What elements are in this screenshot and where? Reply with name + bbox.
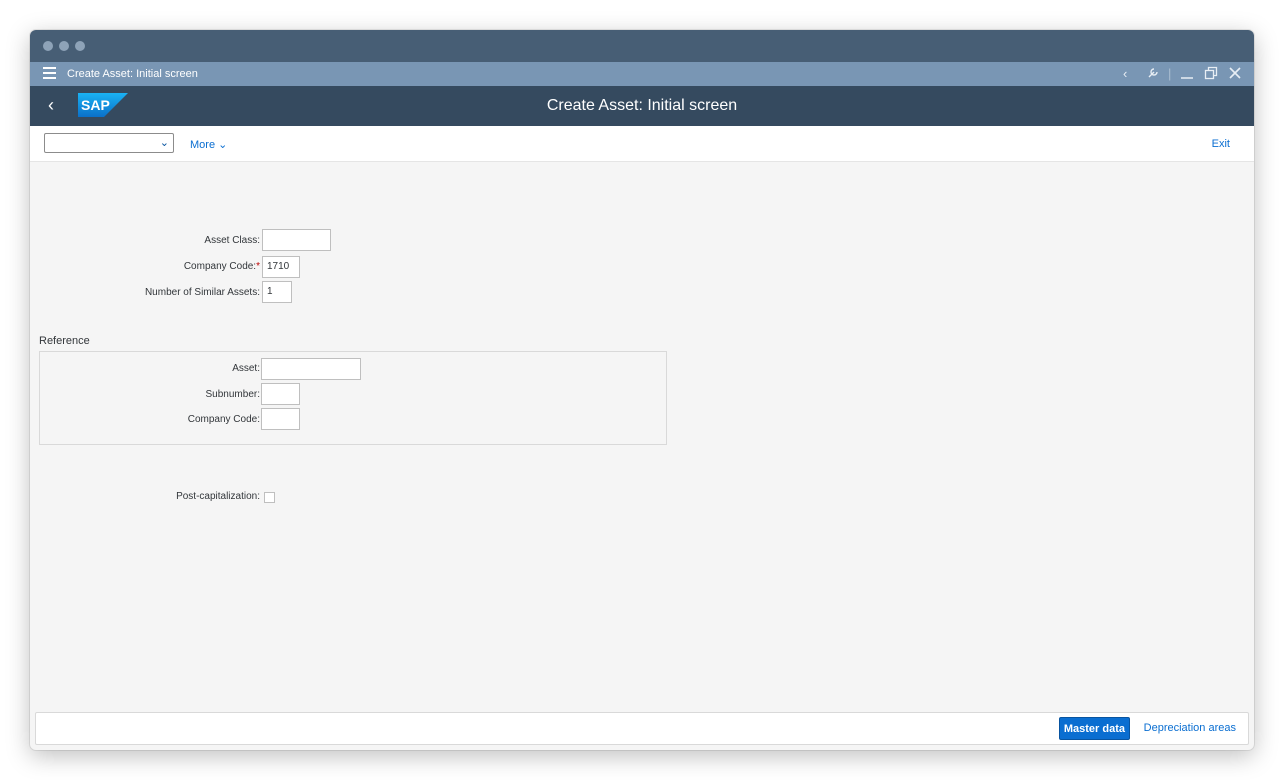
restore-icon[interactable] (1204, 66, 1218, 84)
window-chrome-bar (30, 30, 1254, 62)
gui-title: Create Asset: Initial screen (67, 68, 198, 80)
ref-subnumber-input[interactable] (261, 383, 300, 405)
minimize-icon[interactable] (1180, 66, 1194, 84)
chevron-down-icon[interactable]: ⌄ (160, 136, 169, 149)
page-title: Create Asset: Initial screen (546, 97, 738, 114)
master-data-button[interactable]: Master data (1058, 717, 1130, 740)
menu-icon[interactable] (43, 67, 56, 79)
company-code-label: Company Code:* (184, 261, 260, 272)
sap-gui-title-bar: Create Asset: Initial screen ‹ | (30, 62, 1254, 86)
ref-asset-input[interactable] (261, 358, 361, 380)
shell-bar: ‹ SAP Create Asset: Initial screen (30, 86, 1254, 126)
customize-icon[interactable] (1146, 66, 1160, 84)
more-label: More (190, 139, 216, 151)
similar-assets-label: Number of Similar Assets: (144, 287, 260, 298)
close-icon[interactable] (1228, 66, 1242, 84)
company-code-input[interactable]: 1710 (262, 256, 300, 278)
depreciation-areas-button[interactable]: Depreciation areas (1144, 717, 1236, 740)
company-code-label-text: Company Code: (183, 261, 257, 272)
ref-asset-label: Asset: (232, 363, 260, 374)
chevron-down-icon: ⌄ (218, 139, 228, 151)
reference-title: Reference (39, 335, 90, 347)
sap-window: Create Asset: Initial screen ‹ | ‹ SAP C… (30, 30, 1254, 750)
toolbar: ⌄ More ⌄ Exit (30, 126, 1254, 162)
ref-company-code-input[interactable] (261, 408, 300, 430)
post-cap-label: Post-capitalization: (176, 491, 260, 502)
collapse-icon[interactable]: ‹ (1123, 66, 1127, 82)
asset-class-input[interactable] (262, 229, 331, 251)
toolbar-select[interactable]: ⌄ (44, 133, 174, 153)
ref-company-code-label: Company Code: (187, 414, 260, 425)
post-cap-checkbox[interactable] (264, 492, 275, 503)
exit-button[interactable]: Exit (1212, 138, 1230, 150)
separator: | (1168, 66, 1172, 81)
window-dot-close[interactable] (43, 41, 53, 51)
window-dot-zoom[interactable] (75, 41, 85, 51)
footer-bar: Master data Depreciation areas (35, 712, 1249, 745)
required-marker: * (256, 261, 260, 272)
window-dot-minimize[interactable] (59, 41, 69, 51)
similar-assets-input[interactable]: 1 (262, 281, 292, 303)
more-menu[interactable]: More ⌄ (190, 138, 227, 151)
ref-subnumber-label: Subnumber: (205, 389, 260, 400)
asset-class-label: Asset Class: (204, 235, 260, 246)
